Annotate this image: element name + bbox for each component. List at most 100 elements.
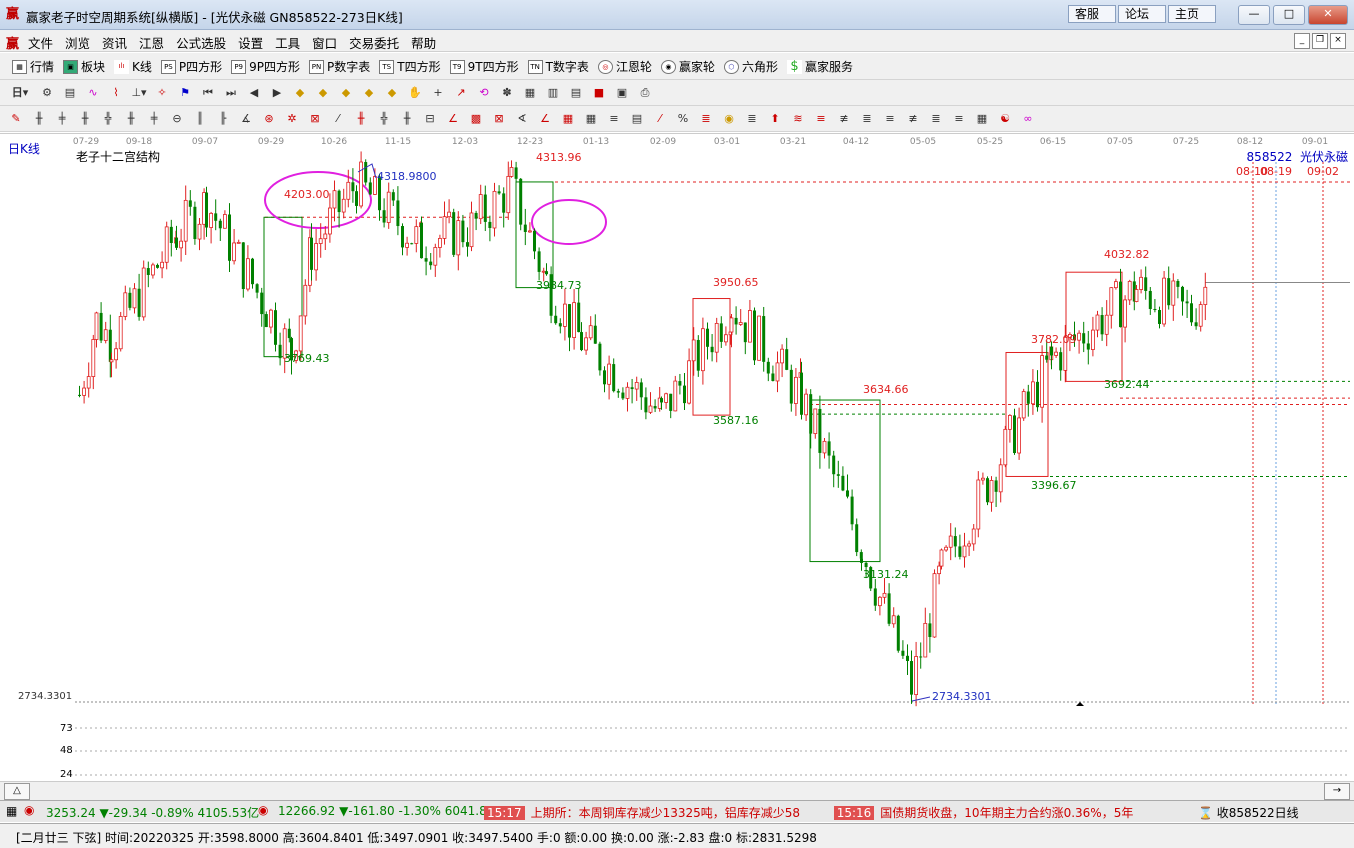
pen-icon[interactable]: ✎	[8, 111, 24, 127]
menu-tools[interactable]: 工具	[275, 33, 300, 52]
first-icon[interactable]: ⏮	[200, 85, 216, 101]
mdi-restore-icon[interactable]: ❐	[1312, 33, 1328, 49]
angle2-icon[interactable]: ∠	[537, 111, 553, 127]
prev-icon[interactable]: ◀	[246, 85, 262, 101]
zigzag-icon[interactable]: ⌇	[108, 85, 124, 101]
menu-gann[interactable]: 江恩	[139, 33, 164, 52]
fib8-icon[interactable]: ≢	[905, 111, 921, 127]
percent-line-icon[interactable]: ⁄	[652, 111, 668, 127]
bars-6-icon[interactable]: ╪	[146, 111, 162, 127]
save-icon[interactable]: ■	[591, 85, 607, 101]
percent-icon[interactable]: %	[675, 111, 691, 127]
cross-box-icon[interactable]: ⊠	[491, 111, 507, 127]
mdi-close-icon[interactable]: ×	[1330, 33, 1346, 49]
book-icon[interactable]: ▤	[568, 85, 584, 101]
toolbar-p-square[interactable]: PS P四方形	[160, 58, 222, 75]
circle-icon[interactable]: ⊖	[169, 111, 185, 127]
diamond-1-icon[interactable]: ◆	[292, 85, 308, 101]
toolbar-p-number[interactable]: PN P数字表	[309, 58, 370, 75]
crosshair-icon[interactable]: +	[430, 85, 446, 101]
coin-icon[interactable]: ◉	[721, 111, 737, 127]
arrow-up-icon[interactable]: ⬆	[767, 111, 783, 127]
print-icon[interactable]: ⎙	[637, 85, 653, 101]
menu-info[interactable]: 资讯	[102, 33, 127, 52]
bars-5-icon[interactable]: ╫	[123, 111, 139, 127]
fib7-icon[interactable]: ≡	[882, 111, 898, 127]
menu-trade[interactable]: 交易委托	[349, 33, 399, 52]
toolbar-t-number[interactable]: TN T数字表	[527, 58, 589, 75]
calendar-icon[interactable]: ▦	[522, 85, 538, 101]
gann-fan-icon[interactable]: ⊛	[261, 111, 277, 127]
star-icon[interactable]: ✲	[284, 111, 300, 127]
toolbar-winner-wheel[interactable]: ◉ 赢家轮	[660, 58, 715, 75]
close-button[interactable]: ✕	[1308, 5, 1348, 25]
grid4-icon[interactable]: ▦	[583, 111, 599, 127]
box-icon[interactable]: ⊟	[422, 111, 438, 127]
hand-icon[interactable]: ✋	[407, 85, 423, 101]
document-icon[interactable]: ▤	[62, 85, 78, 101]
gear-icon[interactable]: ⚙	[39, 85, 55, 101]
wave-icon[interactable]: ∿	[85, 85, 101, 101]
flag-icon[interactable]: ⚑	[177, 85, 193, 101]
toolbar-hexagon[interactable]: ⬡ 六角形	[723, 58, 778, 75]
fan-icon[interactable]: ∡	[238, 111, 254, 127]
fib-icon[interactable]: ≣	[698, 111, 714, 127]
horizontal-scrollbar[interactable]: △ →	[0, 781, 1354, 800]
abc-icon[interactable]: ✽	[499, 85, 515, 101]
fib2-icon[interactable]: ≣	[744, 111, 760, 127]
news-ticker[interactable]: 15:17 上期所：本周铜库存减少13325吨，铝库存减少58 15:16 国债期货…	[484, 804, 1190, 821]
diamond-4-icon[interactable]: ◆	[361, 85, 377, 101]
maximize-button[interactable]: □	[1273, 5, 1305, 25]
fib4-icon[interactable]: ≡	[813, 111, 829, 127]
fib10-icon[interactable]: ≡	[951, 111, 967, 127]
menu-help[interactable]: 帮助	[411, 33, 436, 52]
export-icon[interactable]: ▣	[614, 85, 630, 101]
fib3-icon[interactable]: ≋	[790, 111, 806, 127]
menu-settings[interactable]: 设置	[238, 33, 263, 52]
angle-icon[interactable]: ∢	[514, 111, 530, 127]
trend-icon[interactable]: ↗	[453, 85, 469, 101]
infinity-icon[interactable]: ∞	[1020, 111, 1036, 127]
kline-chart[interactable]: 07-29 09-18 09-07 09-29 10-26 11-15 12-03 12-23…	[0, 134, 1354, 782]
menu-file[interactable]: 文件	[28, 33, 53, 52]
diamond-3-icon[interactable]: ◆	[338, 85, 354, 101]
bars-11-icon[interactable]: ╫	[399, 111, 415, 127]
fan2-icon[interactable]: ∠	[445, 111, 461, 127]
diamond-5-icon[interactable]: ◆	[384, 85, 400, 101]
compass-icon[interactable]: ✧	[154, 85, 170, 101]
status-grid-icon[interactable]: ▦	[6, 804, 17, 818]
grid3-icon[interactable]: ▦	[560, 111, 576, 127]
bars-8-icon[interactable]: ╟	[215, 111, 231, 127]
grid2-icon[interactable]: ▩	[468, 111, 484, 127]
toolbar-kline[interactable]: ılı K线	[114, 58, 152, 75]
last-icon[interactable]: ⏭	[223, 85, 239, 101]
toolbar-t-square[interactable]: TS T四方形	[379, 58, 441, 75]
bars-1-icon[interactable]: ╫	[31, 111, 47, 127]
net-icon[interactable]: ⊠	[307, 111, 323, 127]
bars-9-icon[interactable]: ╫	[353, 111, 369, 127]
next-icon[interactable]: ▶	[269, 85, 285, 101]
mdi-minimize-icon[interactable]: _	[1294, 33, 1310, 49]
toolbar-9p-square[interactable]: P9 9P四方形	[231, 58, 300, 75]
cycle-icon[interactable]: ⟲	[476, 85, 492, 101]
bars-7-icon[interactable]: ║	[192, 111, 208, 127]
fib9-icon[interactable]: ≣	[928, 111, 944, 127]
toolbar-gann-wheel[interactable]: ◎ 江恩轮	[597, 58, 652, 75]
sheet-icon[interactable]: ▥	[545, 85, 561, 101]
menu-browse[interactable]: 浏览	[65, 33, 90, 52]
menu-window[interactable]: 窗口	[312, 33, 337, 52]
toolbar-quote[interactable]: ▦ 行情	[12, 58, 54, 75]
menu-formula[interactable]: 公式选股	[176, 33, 226, 52]
toolbar-sector[interactable]: ▣ 板块	[63, 58, 105, 75]
diamond-2-icon[interactable]: ◆	[315, 85, 331, 101]
bars-3-icon[interactable]: ╫	[77, 111, 93, 127]
table2-icon[interactable]: ▦	[974, 111, 990, 127]
bars-2-icon[interactable]: ╪	[54, 111, 70, 127]
forum-link[interactable]: 论坛	[1118, 5, 1166, 23]
candle-select-icon[interactable]: ⊥▾	[131, 85, 147, 101]
toolbar-9t-square[interactable]: T9 9T四方形	[449, 58, 519, 75]
bars-10-icon[interactable]: ╬	[376, 111, 392, 127]
ruler-icon[interactable]: ▤	[629, 111, 645, 127]
period-select[interactable]: 日▾	[8, 85, 32, 101]
lines-icon[interactable]: ≡	[606, 111, 622, 127]
